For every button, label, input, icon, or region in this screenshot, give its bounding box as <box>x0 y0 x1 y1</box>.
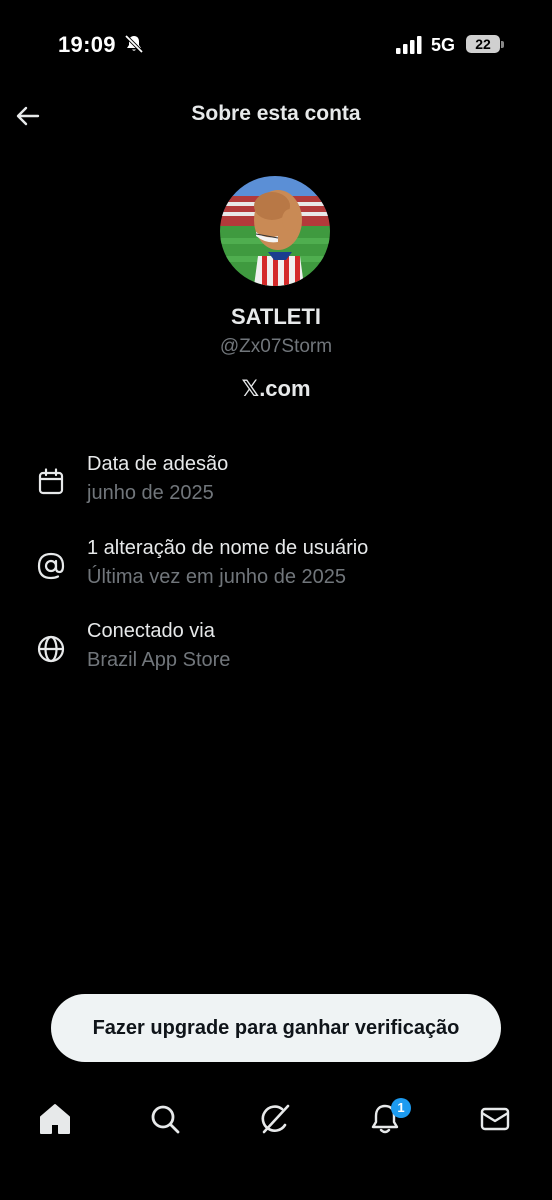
info-title: Conectado via <box>87 620 215 642</box>
info-title: 1 alteração de nome de usuário <box>87 537 369 559</box>
grok-icon[interactable] <box>255 1099 295 1139</box>
home-icon[interactable] <box>35 1099 75 1139</box>
x-logo-icon: 𝕏 <box>241 376 260 401</box>
messages-icon[interactable] <box>475 1099 515 1139</box>
header: Sobre esta conta <box>0 90 552 142</box>
globe-icon <box>37 635 65 663</box>
info-row-joined: Data de adesão junho de 2025 <box>0 453 552 517</box>
battery-cap <box>501 41 504 48</box>
info-row-connected-via: Conectado via Brazil App Store <box>0 620 552 684</box>
network-type: 5G <box>431 35 456 55</box>
upgrade-verification-button[interactable]: Fazer upgrade para ganhar verificação <box>51 994 501 1062</box>
info-subtitle: Brazil App Store <box>87 649 231 671</box>
source-domain-text: .com <box>259 376 311 401</box>
info-title: Data de adesão <box>87 453 229 475</box>
status-bar: 19:09 5G 22 <box>0 0 552 90</box>
page-title: Sobre esta conta <box>191 102 361 125</box>
username-handle: @Zx07Storm <box>219 336 333 357</box>
status-time: 19:09 <box>58 32 116 57</box>
bell-off-icon <box>124 34 144 54</box>
search-icon[interactable] <box>145 1099 185 1139</box>
bottom-nav <box>0 1085 552 1155</box>
info-subtitle: Última vez em junho de 2025 <box>87 566 347 588</box>
avatar[interactable] <box>220 176 330 286</box>
at-icon <box>37 552 65 580</box>
calendar-icon <box>38 468 64 495</box>
battery-icon: 22 <box>466 35 500 53</box>
notifications-badge: 1 <box>391 1098 411 1118</box>
display-name: SATLETI <box>230 304 322 329</box>
info-subtitle: junho de 2025 <box>87 482 214 504</box>
source-domain: 𝕏.com <box>0 376 552 402</box>
avatar-image <box>220 176 330 286</box>
signal-icon <box>396 36 422 54</box>
info-row-username-changes: 1 alteração de nome de usuário Última ve… <box>0 537 552 601</box>
